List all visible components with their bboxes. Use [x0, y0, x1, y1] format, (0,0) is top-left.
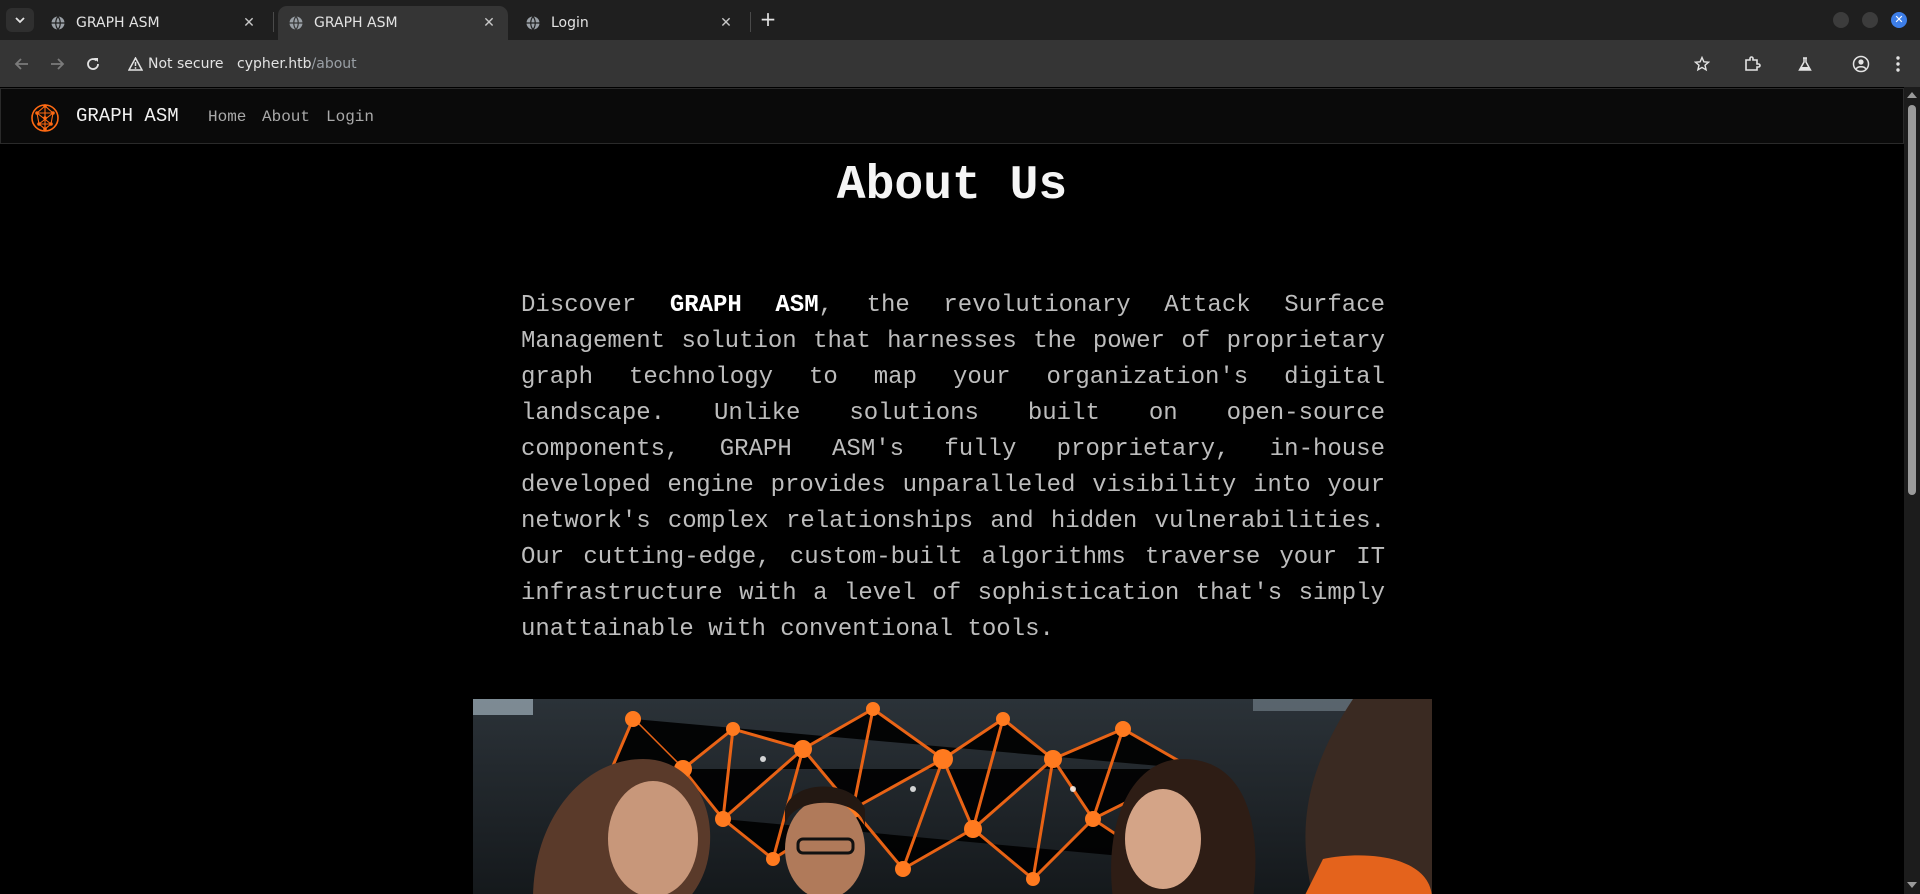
new-tab-button[interactable]: +	[757, 8, 779, 32]
back-button[interactable]	[8, 50, 36, 78]
tab-title: GRAPH ASM	[76, 15, 160, 31]
nav-link-home[interactable]: Home	[208, 108, 246, 126]
tab-close-icon[interactable]: ✕	[240, 14, 258, 32]
account-icon	[1852, 55, 1870, 73]
maximize-button[interactable]	[1862, 12, 1878, 28]
tab-close-icon[interactable]: ✕	[717, 14, 735, 32]
page-scrollbar[interactable]	[1904, 87, 1920, 894]
tab-close-icon[interactable]: ✕	[480, 14, 498, 32]
bookmark-button[interactable]	[1688, 50, 1716, 78]
team-network-image	[473, 699, 1432, 894]
about-text-rest: , the revolutionary Attack Surface Manag…	[521, 292, 1386, 643]
globe-icon	[289, 16, 303, 30]
tab-search-button[interactable]	[6, 8, 34, 32]
address-bar[interactable]: Not secure cypher.htb/about	[122, 47, 1702, 81]
about-brand-highlight: GRAPH ASM	[669, 292, 819, 319]
url-path: /about	[311, 56, 357, 72]
browser-toolbar: Not secure cypher.htb/about	[0, 40, 1920, 87]
window-close-button[interactable]: ✕	[1891, 12, 1907, 28]
scroll-up-icon[interactable]	[1907, 92, 1917, 98]
browser-tabstrip: GRAPH ASM ✕ GRAPH ASM ✕ Login ✕ + ✕	[0, 0, 1920, 40]
url-host: cypher.htb	[237, 56, 312, 72]
about-paragraph: Discover GRAPH ASM, the revolutionary At…	[521, 288, 1385, 648]
nav-link-about[interactable]: About	[262, 108, 310, 126]
page-title: About Us	[836, 159, 1068, 213]
labs-button[interactable]	[1791, 50, 1819, 78]
kebab-menu-icon	[1896, 56, 1900, 72]
reload-button[interactable]	[79, 50, 107, 78]
tab-separator	[273, 12, 274, 32]
warning-icon	[128, 57, 143, 71]
browser-tab-3[interactable]: Login ✕	[515, 6, 745, 40]
menu-button[interactable]	[1884, 50, 1912, 78]
extensions-button[interactable]	[1738, 50, 1766, 78]
url-text[interactable]: cypher.htb/about	[237, 56, 357, 72]
tab-title: Login	[551, 15, 589, 31]
graph-logo-icon[interactable]	[30, 103, 60, 133]
site-navbar: GRAPH ASM Home About Login	[0, 88, 1904, 144]
security-indicator[interactable]: Not secure	[128, 53, 224, 75]
tab-separator	[750, 12, 751, 32]
flask-icon	[1798, 57, 1812, 71]
globe-icon	[526, 16, 540, 30]
brand-name[interactable]: GRAPH ASM	[76, 105, 179, 127]
browser-tab-1[interactable]: GRAPH ASM ✕	[40, 6, 268, 40]
chevron-down-icon	[15, 17, 25, 24]
nav-link-login[interactable]: Login	[326, 108, 374, 126]
reload-icon	[87, 58, 99, 70]
minimize-button[interactable]	[1833, 12, 1849, 28]
globe-icon	[51, 16, 65, 30]
puzzle-icon	[1745, 56, 1761, 71]
team-network-illustration	[473, 699, 1432, 894]
about-text-start: Discover	[521, 292, 670, 319]
browser-tab-2-active[interactable]: GRAPH ASM ✕	[278, 6, 508, 40]
star-icon	[1694, 56, 1710, 72]
tab-title: GRAPH ASM	[314, 15, 398, 31]
scrollbar-thumb[interactable]	[1908, 105, 1916, 495]
page-viewport: GRAPH ASM Home About Login About Us Disc…	[0, 87, 1904, 894]
scroll-down-icon[interactable]	[1907, 882, 1917, 888]
security-label: Not secure	[148, 56, 224, 72]
arrow-left-icon	[14, 58, 28, 70]
arrow-right-icon	[51, 58, 65, 70]
profile-button[interactable]	[1847, 50, 1875, 78]
forward-button[interactable]	[43, 50, 71, 78]
